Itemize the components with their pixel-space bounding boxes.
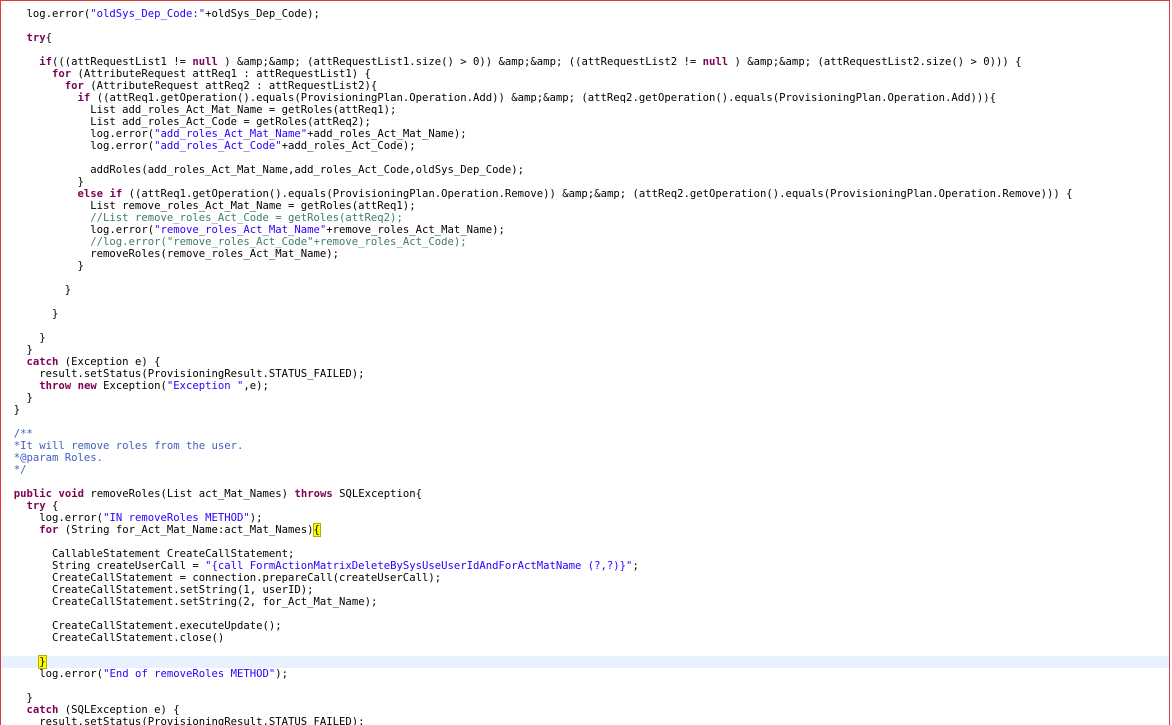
code-line: log.error("add_roles_Act_Mat_Name"+add_r… xyxy=(1,128,467,140)
code-line: log.error("oldSys_Dep_Code:"+oldSys_Dep_… xyxy=(26,8,320,20)
matching-brace-highlight: { xyxy=(312,523,322,537)
code-line: public void removeRoles(List act_Mat_Nam… xyxy=(13,488,423,500)
code-line: else if ((attReq1.getOperation().equals(… xyxy=(77,188,1073,200)
code-line: log.error("remove_roles_Act_Mat_Name"+re… xyxy=(1,224,505,236)
code-line: } xyxy=(1,284,72,296)
code-line: } xyxy=(1,176,84,188)
code-line: result.setStatus(ProvisioningResult.STAT… xyxy=(1,368,365,380)
code-line: catch (Exception e) { xyxy=(26,356,161,368)
code-line: CreateCallStatement.executeUpdate(); xyxy=(1,620,282,632)
code-line: } xyxy=(1,344,33,356)
code-line: CreateCallStatement.setString(1, userID)… xyxy=(1,584,314,596)
code-line: throw new Exception("Exception ",e); xyxy=(39,380,269,392)
code-line: for (AttributeRequest attReq1 : attReque… xyxy=(52,68,371,80)
javadoc-line: *@param Roles. xyxy=(1,452,104,464)
code-line: log.error("IN removeRoles METHOD"); xyxy=(1,512,263,524)
code-line: if ((attReq1.getOperation().equals(Provi… xyxy=(77,92,996,104)
code-line: catch (SQLException e) { xyxy=(26,704,180,716)
code-line: List add_roles_Act_Code = getRoles(attRe… xyxy=(1,116,371,128)
code-line: } xyxy=(1,404,21,416)
matching-brace-highlight: } xyxy=(38,655,47,669)
code-line: CallableStatement CreateCallStatement; xyxy=(1,548,295,560)
code-line: } xyxy=(1,308,59,320)
code-line: } xyxy=(1,692,33,704)
javadoc-line: */ xyxy=(1,464,27,476)
code-line: CreateCallStatement.close() xyxy=(1,632,225,644)
code-line: log.error("End of removeRoles METHOD"); xyxy=(1,668,289,680)
code-line: //List remove_roles_Act_Code = getRoles(… xyxy=(90,212,403,224)
code-line: } xyxy=(1,392,33,404)
javadoc-line: /** xyxy=(1,428,33,440)
code-line: try{ xyxy=(26,32,53,44)
code-line: List add_roles_Act_Mat_Name = getRoles(a… xyxy=(1,104,397,116)
code-line: CreateCallStatement = connection.prepare… xyxy=(1,572,442,584)
code-line: for (String for_Act_Mat_Name:act_Mat_Nam… xyxy=(39,523,322,537)
code-line: removeRoles(remove_roles_Act_Mat_Name); xyxy=(1,248,340,260)
code-editor[interactable]: log.error("oldSys_Dep_Code:"+oldSys_Dep_… xyxy=(0,0,1170,725)
code-line: } xyxy=(1,260,84,272)
code-line: for (AttributeRequest attReq2 : attReque… xyxy=(64,80,378,92)
javadoc-line: *It will remove roles from the user. xyxy=(1,440,244,452)
code-line: try { xyxy=(26,500,59,512)
code-line: List remove_roles_Act_Mat_Name = getRole… xyxy=(1,200,416,212)
code-line: result.setStatus(ProvisioningResult.STAT… xyxy=(1,716,365,725)
code-line: addRoles(add_roles_Act_Mat_Name,add_role… xyxy=(1,164,524,176)
code-line: if(((attRequestList1 != null ) &amp;&amp… xyxy=(39,56,1022,68)
code-line: String createUserCall = "{call FormActio… xyxy=(1,560,639,572)
code-line: CreateCallStatement.setString(2, for_Act… xyxy=(1,596,378,608)
code-line: } xyxy=(1,332,46,344)
code-line: //log.error("remove_roles_Act_Code"+remo… xyxy=(90,236,467,248)
code-line: log.error("add_roles_Act_Code"+add_roles… xyxy=(1,140,416,152)
current-code-line[interactable]: } xyxy=(1,655,1169,669)
